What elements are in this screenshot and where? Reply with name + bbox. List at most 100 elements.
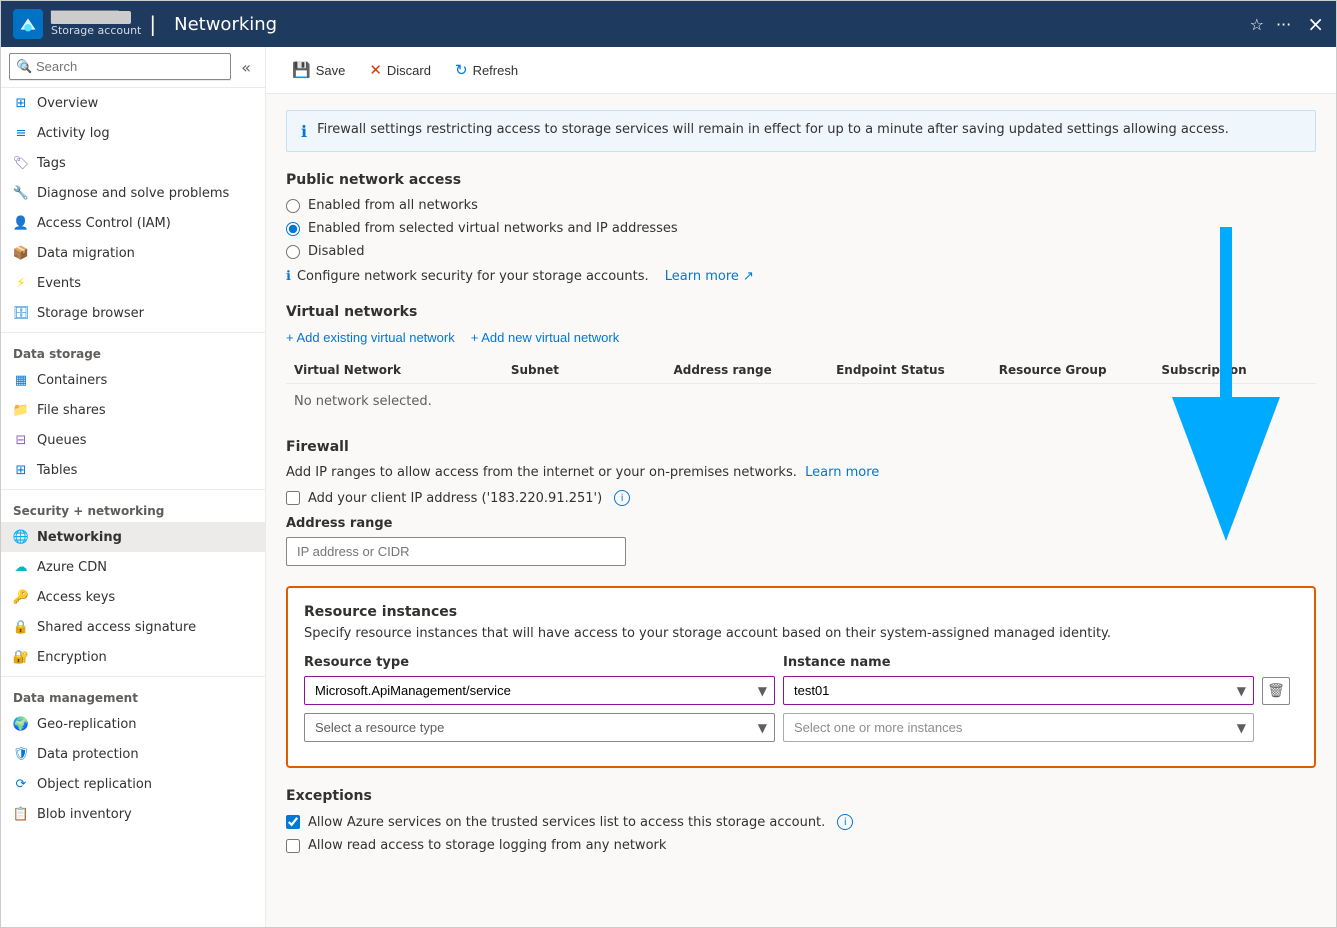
close-button[interactable]: × [1307,12,1324,36]
sidebar-item-diagnose[interactable]: 🔧 Diagnose and solve problems [1,178,265,208]
allow-azure-info-icon[interactable]: i [837,814,853,830]
access-keys-icon: 🔑 [13,589,29,605]
exceptions-section: Exceptions Allow Azure services on the t… [286,788,1316,853]
encryption-icon: 🔐 [13,649,29,665]
sidebar-item-shared-access[interactable]: 🔒 Shared access signature [1,612,265,642]
toolbar: 💾 Save ✕ Discard ↻ Refresh [266,47,1336,94]
sidebar-item-encryption[interactable]: 🔐 Encryption [1,642,265,672]
address-range-label: Address range [286,516,1316,531]
info-banner: ℹ Firewall settings restricting access t… [286,110,1316,152]
sidebar-item-label: Geo-replication [37,717,137,732]
radio-disabled-input[interactable] [286,245,300,259]
favorite-icon[interactable]: ☆ [1250,15,1264,34]
sidebar-item-label: Queues [37,433,86,448]
sidebar-item-geo-replication[interactable]: 🌍 Geo-replication [1,709,265,739]
instance-name-select-1[interactable]: test01 [783,676,1254,705]
radio-all-input[interactable] [286,199,300,213]
allow-logging-row: Allow read access to storage logging fro… [286,838,1316,853]
sidebar-item-data-protection[interactable]: 🛡 Data protection [1,739,265,769]
security-section-label: Security + networking [1,494,265,522]
resource-type-dropdown-2[interactable]: Select a resource type ▼ [304,713,775,742]
address-range-input[interactable] [286,537,626,566]
network-access-radio-group: Enabled from all networks Enabled from s… [286,198,1316,259]
resource-type-select-1[interactable]: Microsoft.ApiManagement/service [304,676,775,705]
config-note: ℹ Configure network security for your st… [286,269,1316,284]
content-wrapper: 💾 Save ✕ Discard ↻ Refresh [266,47,1336,927]
vnet-table-header: Virtual Network Subnet Address range End… [286,357,1316,384]
instance-name-dropdown-2[interactable]: Select one or more instances ▼ [783,713,1254,742]
config-note-icon: ℹ [286,269,291,284]
learn-more-link[interactable]: Learn more ↗ [665,269,754,284]
more-options-icon[interactable]: ··· [1276,15,1291,34]
sidebar-item-activity-log[interactable]: ≡ Activity log [1,118,265,148]
sidebar-item-label: Activity log [37,126,110,141]
allow-azure-label: Allow Azure services on the trusted serv… [308,815,825,830]
activity-log-icon: ≡ [13,125,29,141]
sidebar-item-tags[interactable]: 🏷 Tags [1,148,265,178]
containers-icon: ▦ [13,372,29,388]
sidebar-item-tables[interactable]: ⊞ Tables [1,455,265,485]
diagnose-icon: 🔧 [13,185,29,201]
instance-name-select-2[interactable]: Select one or more instances [783,713,1254,742]
allow-azure-row: Allow Azure services on the trusted serv… [286,814,1316,830]
storage-browser-icon: 🗄 [13,305,29,321]
blob-inventory-icon: 📋 [13,806,29,822]
sidebar-item-queues[interactable]: ⊟ Queues [1,425,265,455]
firewall-learn-more-link[interactable]: Learn more [805,465,879,480]
sidebar-item-networking[interactable]: 🌐 Networking [1,522,265,552]
sidebar-item-overview[interactable]: ⊞ Overview [1,88,265,118]
main-layout: 🔍 « ⊞ Overview ≡ Activity log 🏷 Ta [1,47,1336,927]
radio-disabled[interactable]: Disabled [286,244,1316,259]
resource-type-select-2[interactable]: Select a resource type [304,713,775,742]
sidebar-item-access-control[interactable]: 👤 Access Control (IAM) [1,208,265,238]
sidebar-item-label: Data protection [37,747,139,762]
sidebar-item-blob-inventory[interactable]: 📋 Blob inventory [1,799,265,829]
instance-name-dropdown-1[interactable]: test01 ▼ [783,676,1254,705]
sidebar-item-events[interactable]: ⚡ Events [1,268,265,298]
search-input[interactable] [9,53,231,80]
azure-cdn-icon: ☁ [13,559,29,575]
data-management-section-label: Data management [1,681,265,709]
sidebar-item-label: Diagnose and solve problems [37,186,229,201]
add-existing-vnet-button[interactable]: + Add existing virtual network [286,330,455,345]
resource-type-dropdown-1[interactable]: Microsoft.ApiManagement/service ▼ [304,676,775,705]
sidebar-item-azure-cdn[interactable]: ☁ Azure CDN [1,552,265,582]
refresh-button[interactable]: ↻ Refresh [445,55,528,85]
sidebar-item-access-keys[interactable]: 🔑 Access keys [1,582,265,612]
delete-row-1-button[interactable]: 🗑 [1262,677,1290,705]
discard-button[interactable]: ✕ Discard [359,55,441,85]
client-ip-checkbox[interactable] [286,491,300,505]
sidebar-item-containers[interactable]: ▦ Containers [1,365,265,395]
sidebar-item-storage-browser[interactable]: 🗄 Storage browser [1,298,265,328]
radio-selected-networks[interactable]: Enabled from selected virtual networks a… [286,221,1316,236]
sidebar-item-label: Overview [37,96,98,111]
col-virtual-network: Virtual Network [286,363,503,377]
allow-logging-checkbox[interactable] [286,839,300,853]
collapse-icon[interactable]: « [235,56,257,79]
client-ip-info-icon[interactable]: i [614,490,630,506]
object-replication-icon: ⟳ [13,776,29,792]
data-migration-icon: 📦 [13,245,29,261]
add-new-vnet-button[interactable]: + Add new virtual network [471,330,620,345]
content-body: ℹ Firewall settings restricting access t… [266,94,1336,927]
content-area: 💾 Save ✕ Discard ↻ Refresh [266,47,1336,927]
sidebar-item-object-replication[interactable]: ⟳ Object replication [1,769,265,799]
resource-type-col-header: Resource type [304,655,775,670]
sidebar-item-data-migration[interactable]: 📦 Data migration [1,238,265,268]
radio-disabled-label: Disabled [308,244,364,259]
sidebar-item-label: Access keys [37,590,115,605]
title-bar: ████████ Storage account | Networking ☆ … [1,1,1336,47]
col-resource-group: Resource Group [991,363,1154,377]
resource-instance-row-1: Microsoft.ApiManagement/service ▼ test01… [304,676,1298,705]
save-button[interactable]: 💾 Save [282,55,355,85]
allow-azure-checkbox[interactable] [286,815,300,829]
sidebar-item-file-shares[interactable]: 📁 File shares [1,395,265,425]
sidebar-nav: ⊞ Overview ≡ Activity log 🏷 Tags 🔧 Diagn… [1,88,265,927]
shared-access-icon: 🔒 [13,619,29,635]
radio-selected-input[interactable] [286,222,300,236]
radio-all-networks[interactable]: Enabled from all networks [286,198,1316,213]
no-network-message: No network selected. [286,384,1316,419]
discard-icon: ✕ [369,61,382,79]
resource-instances-desc: Specify resource instances that will hav… [304,626,1298,641]
account-name: ████████ [51,11,131,24]
